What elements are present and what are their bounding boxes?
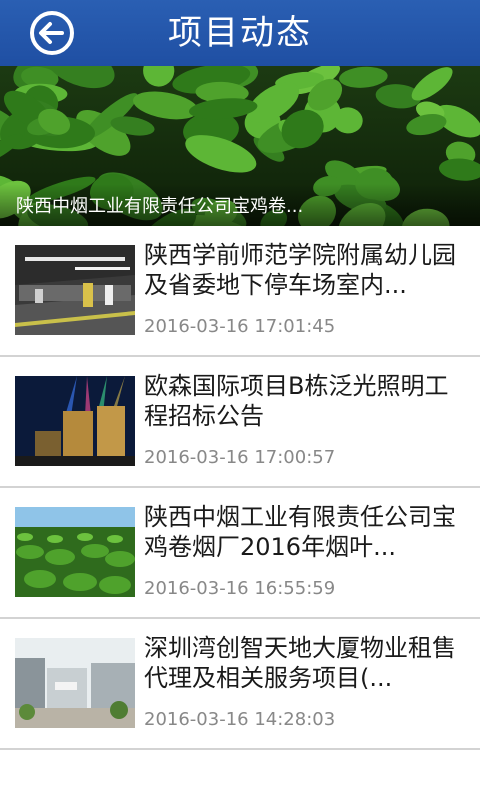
item-timestamp: 2016-03-16 14:28:03 [144,709,336,730]
item-timestamp: 2016-03-16 17:01:45 [144,316,336,337]
news-list: 陕西学前师范学院附属幼儿园及省委地下停车场室内... 2016-03-16 17… [0,226,480,750]
list-item[interactable]: 深圳湾创智天地大厦物业租售代理及相关服务项目(... 2016-03-16 14… [0,619,480,750]
tobacco-field-thumbnail [15,507,135,597]
page-title: 项目动态 [168,13,312,53]
office-building-thumbnail [15,638,135,728]
item-title: 深圳湾创智天地大厦物业租售代理及相关服务项目(... [144,634,456,692]
item-timestamp: 2016-03-16 16:55:59 [144,578,336,599]
item-title: 欧森国际项目B栋泛光照明工程招标公告 [144,372,449,430]
banner-caption-bar: 陕西中烟工业有限责任公司宝鸡卷... [0,184,480,226]
item-title: 陕西学前师范学院附属幼儿园及省委地下停车场室内... [144,241,456,299]
list-item[interactable]: 陕西中烟工业有限责任公司宝鸡卷烟厂2016年烟叶... 2016-03-16 1… [0,488,480,619]
list-item[interactable]: 陕西学前师范学院附属幼儿园及省委地下停车场室内... 2016-03-16 17… [0,226,480,357]
parking-garage-thumbnail [15,245,135,335]
item-title: 陕西中烟工业有限责任公司宝鸡卷烟厂2016年烟叶... [144,503,456,561]
banner-caption: 陕西中烟工业有限责任公司宝鸡卷... [16,196,304,217]
building-lighting-thumbnail [15,376,135,466]
featured-banner[interactable]: 陕西中烟工业有限责任公司宝鸡卷... [0,66,480,226]
item-timestamp: 2016-03-16 17:00:57 [144,447,336,468]
list-item[interactable]: 欧森国际项目B栋泛光照明工程招标公告 2016-03-16 17:00:57 [0,357,480,488]
app-header: 项目动态 [0,0,480,66]
